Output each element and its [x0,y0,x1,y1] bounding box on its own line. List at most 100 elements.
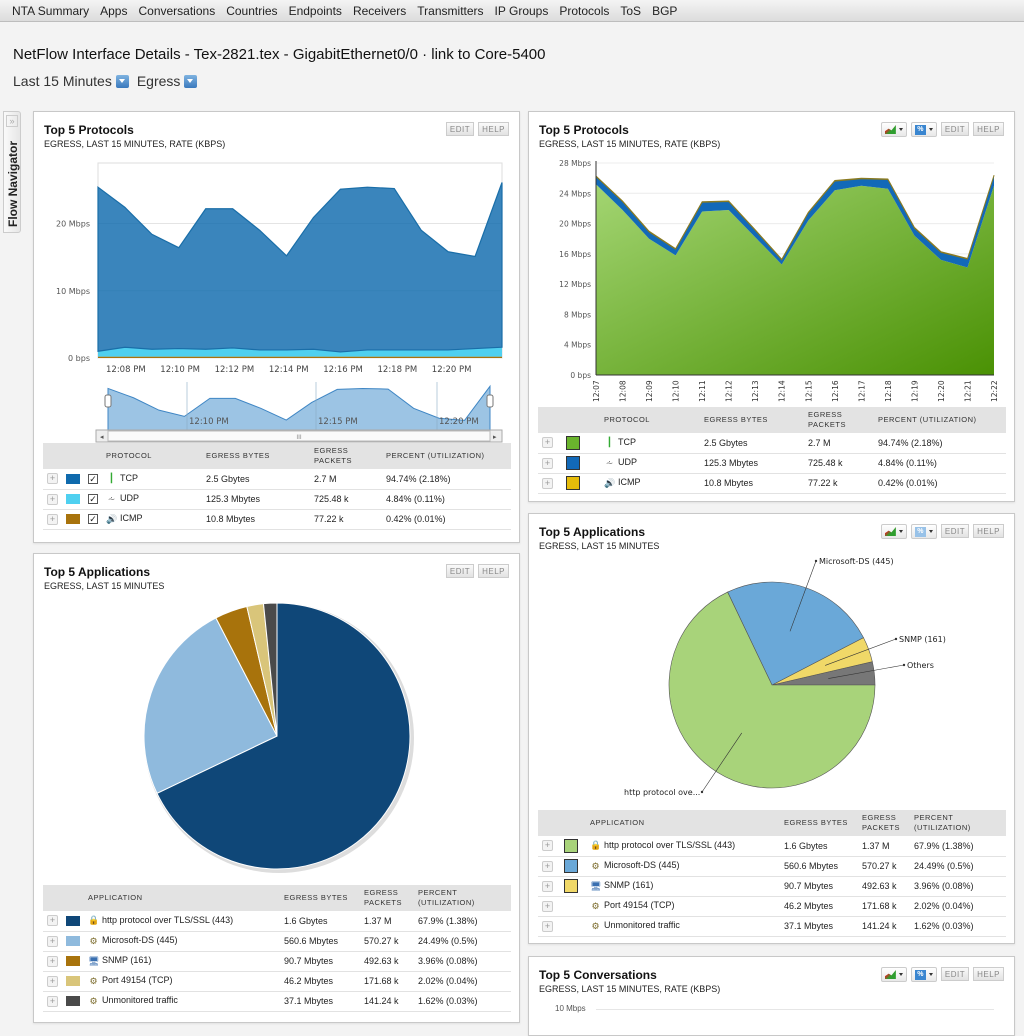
row-name[interactable]: Unmonitored traffic [604,920,680,930]
expand-cell[interactable]: + [43,469,62,490]
checkbox-cell[interactable]: ✓ [84,509,102,530]
expand-row-icon[interactable]: + [47,975,58,987]
nav-apps[interactable]: Apps [100,4,127,18]
expand-cell[interactable]: + [43,991,62,1012]
expand-cell[interactable]: + [538,453,562,474]
expand-cell[interactable]: + [43,509,62,530]
expand-row-icon[interactable]: + [542,437,553,449]
protocols-area-chart[interactable]: 0 bps 10 Mbps 20 Mbps 12:08 PM 12:10 PM 12:12… [34,152,521,482]
nav-tos[interactable]: ToS [620,4,641,18]
applications-table: APPLICATION EGRESS BYTES EGRESS PACKETS … [538,810,1006,937]
units-dropdown[interactable]: % [910,967,937,982]
row-name[interactable]: Unmonitored traffic [102,995,178,1005]
direction-filter-dropdown-icon[interactable] [184,74,198,88]
expand-row-icon[interactable]: + [47,473,58,485]
area-chart-icon [884,125,896,134]
row-name[interactable]: SNMP (161) [604,880,653,890]
help-button[interactable]: HELP [973,524,1004,538]
edit-button[interactable]: EDIT [940,524,970,538]
nav-receivers[interactable]: Receivers [353,4,406,18]
expand-cell[interactable]: + [43,951,62,972]
nav-ip-groups[interactable]: IP Groups [495,4,549,18]
row-name[interactable]: Port 49154 (TCP) [102,975,173,985]
help-button[interactable]: HELP [478,122,509,136]
nav-protocols[interactable]: Protocols [559,4,609,18]
edit-button[interactable]: EDIT [940,967,970,981]
row-name[interactable]: http protocol over TLS/SSL (443) [102,915,233,925]
row-name[interactable]: TCP [618,437,636,447]
units-dropdown[interactable]: % [910,122,937,137]
row-name[interactable]: Microsoft-DS (445) [604,860,680,870]
nav-conversations[interactable]: Conversations [138,4,215,18]
expand-cell[interactable]: + [43,971,62,992]
caret-down-icon [898,530,903,533]
expand-cell[interactable]: + [538,916,560,937]
expand-row-icon[interactable]: + [47,915,58,927]
units-dropdown[interactable]: % [910,524,937,539]
name-cell: 🖥 SNMP (161) [84,951,280,972]
edit-button[interactable]: EDIT [445,564,475,578]
expand-row-icon[interactable]: + [542,900,553,912]
expand-cell[interactable]: + [538,876,560,897]
row-name[interactable]: TCP [120,473,138,483]
chart-type-dropdown[interactable] [880,122,907,137]
row-name[interactable]: http protocol over TLS/SSL (443) [604,840,735,850]
expand-cell[interactable]: + [538,433,562,454]
series-checkbox[interactable]: ✓ [88,514,98,525]
expand-row-icon[interactable]: + [542,457,553,469]
series-checkbox[interactable]: ✓ [88,494,98,505]
row-name[interactable]: UDP [618,457,637,467]
chart-type-dropdown[interactable] [880,524,907,539]
direction-filter-label[interactable]: Egress [137,73,181,89]
expand-row-icon[interactable]: + [542,880,553,892]
row-name[interactable]: Microsoft-DS (445) [102,935,178,945]
cell-percent: 4.84% (0.11%) [874,453,1006,474]
expand-row-icon[interactable]: + [542,840,553,852]
nav-nta-summary[interactable]: NTA Summary [12,4,89,18]
expand-cell[interactable]: + [43,911,62,932]
expand-row-icon[interactable]: + [47,935,58,947]
expand-row-icon[interactable]: + [542,477,553,489]
row-name[interactable]: Port 49154 (TCP) [604,900,675,910]
nav-countries[interactable]: Countries [226,4,277,18]
expand-cell[interactable]: + [43,931,62,952]
expand-row-icon[interactable]: + [47,995,58,1007]
color-swatch [566,435,580,450]
expand-cell[interactable]: + [538,836,560,857]
checkbox-cell[interactable]: ✓ [84,469,102,490]
expand-cell[interactable]: + [538,896,560,917]
expand-cell[interactable]: + [43,489,62,510]
top-navigation: NTA Summary Apps Conversations Countries… [0,0,1024,22]
nav-endpoints[interactable]: Endpoints [289,4,342,18]
time-filter-dropdown-icon[interactable] [115,74,129,88]
chart-type-dropdown[interactable] [880,967,907,982]
flow-navigator-tab[interactable]: » Flow Navigator [3,111,21,233]
row-name[interactable]: ICMP [618,477,641,487]
help-button[interactable]: HELP [973,967,1004,981]
expand-row-icon[interactable]: + [47,493,58,505]
cell-packets: 725.48 k [310,489,382,510]
expand-row-icon[interactable]: + [47,955,58,967]
nav-bgp[interactable]: BGP [652,4,677,18]
row-name[interactable]: ICMP [120,513,143,523]
expand-row-icon[interactable]: + [542,920,553,932]
help-button[interactable]: HELP [973,122,1004,136]
expand-cell[interactable]: + [538,856,560,877]
expand-row-icon[interactable]: + [542,860,553,872]
checkbox-cell[interactable]: ✓ [84,489,102,510]
navigator-label: 12:15 PM [318,417,358,427]
help-button[interactable]: HELP [478,564,509,578]
edit-button[interactable]: EDIT [445,122,475,136]
edit-button[interactable]: EDIT [940,122,970,136]
row-name[interactable]: SNMP (161) [102,955,151,965]
expand-row-icon[interactable]: + [47,513,58,525]
expand-cell[interactable]: + [538,473,562,494]
cell-bytes: 2.5 Gbytes [700,433,804,454]
row-name[interactable]: UDP [120,493,139,503]
series-checkbox[interactable]: ✓ [88,474,98,485]
icmp-icon: 🔊 [604,477,616,488]
nav-transmitters[interactable]: Transmitters [417,4,483,18]
time-filter-label[interactable]: Last 15 Minutes [13,73,112,89]
expand-arrows-icon[interactable]: » [6,115,18,127]
x-tick-label: 12:09 [645,380,654,402]
